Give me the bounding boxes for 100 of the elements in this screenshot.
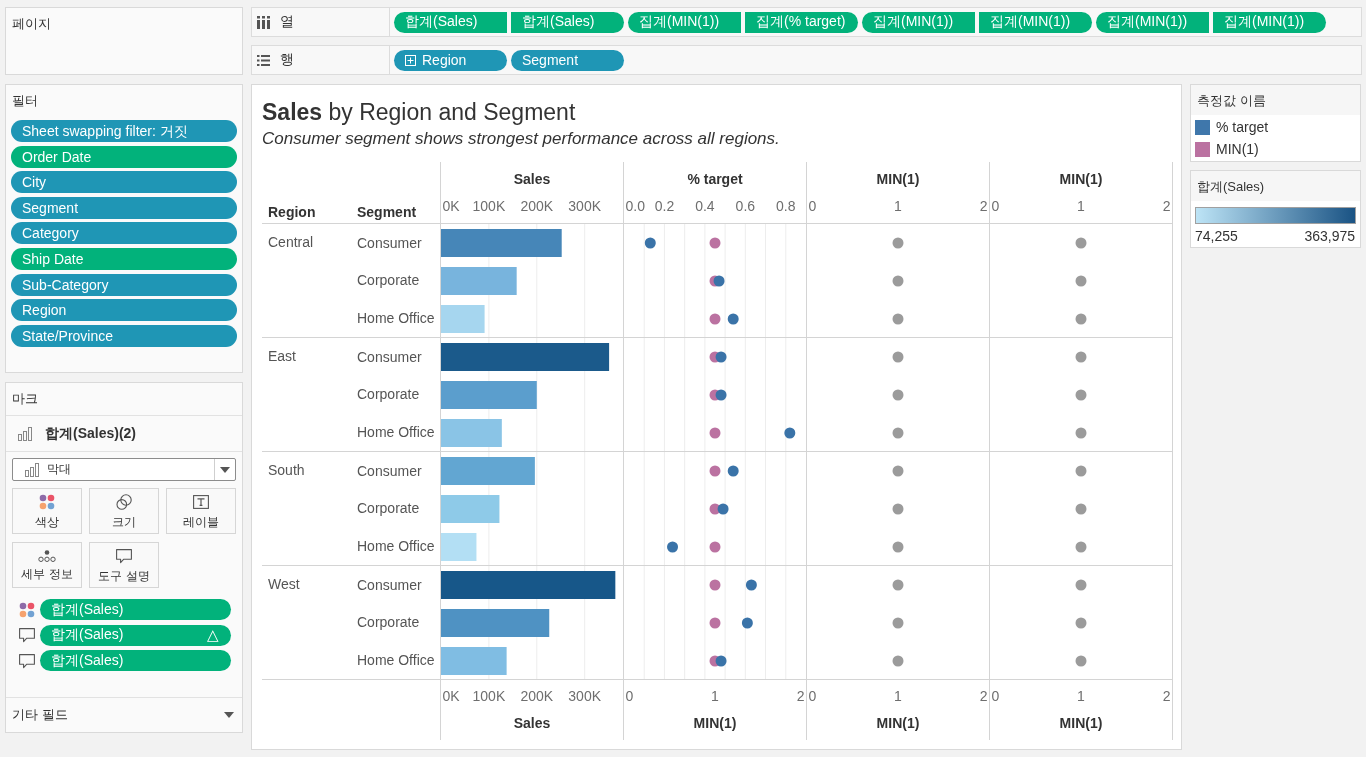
axis-tick-label: 2 [796, 688, 805, 704]
segment-label: Home Office [357, 652, 435, 669]
data-point [745, 579, 757, 591]
data-point [717, 503, 729, 515]
axis-tick-label: 200K [520, 688, 554, 704]
axis-title: MIN(1) [693, 715, 737, 731]
shelf-pill[interactable]: 집계(MIN(1)) [1096, 11, 1209, 33]
bar [441, 305, 485, 333]
field-pill[interactable]: 합계(Sales) △ [40, 624, 231, 646]
chart-subtitle: Consumer segment shows strongest performance across all regions. [262, 128, 780, 150]
axis-tick-label: 0.8 [776, 198, 796, 214]
axis-tick-label: 2 [979, 688, 988, 704]
marks-button[interactable]: 레이블 [166, 488, 236, 534]
data-point [1075, 389, 1087, 401]
data-point [709, 617, 721, 629]
legend-title: 측정값 이름 [1197, 93, 1266, 109]
axis-tick-label: 100K [472, 198, 506, 214]
axis-tick-label: 0K [442, 198, 460, 214]
axis-tick-label: 0.2 [654, 198, 675, 214]
caret-down-icon [220, 466, 230, 473]
field-pill[interactable]: 합계(Sales) [40, 599, 231, 620]
data-point [709, 313, 721, 325]
legend-label: % target [1216, 119, 1269, 135]
data-point [715, 351, 727, 363]
axis-tick-label: 200K [520, 198, 554, 214]
axis-tick-label: 300K [568, 688, 602, 704]
marks-button[interactable]: 크기 [89, 488, 159, 534]
marks-layer-title[interactable]: 합계(Sales)(2) [45, 424, 137, 443]
legend-max-label: 363,975 [1304, 228, 1355, 244]
data-point [892, 389, 904, 401]
bar [441, 495, 500, 523]
shelf-pill[interactable]: 집계(MIN(1)) [1213, 11, 1326, 33]
filter-pill[interactable]: State/Province [11, 324, 237, 347]
data-point [1075, 313, 1087, 325]
filter-pill[interactable]: Ship Date [11, 247, 237, 270]
columns-icon [257, 15, 270, 29]
shelf-pill[interactable]: 집계(MIN(1)) [979, 11, 1092, 33]
filter-pill[interactable]: Sheet swapping filter: 거짓 [11, 120, 237, 142]
shelf-pill[interactable]: 집계(% target) [745, 11, 858, 33]
axis-tick-label: 0K [442, 688, 460, 704]
shelf-pill[interactable]: Segment [511, 49, 624, 71]
filter-pill[interactable]: Order Date [11, 145, 237, 168]
shelf-pill[interactable]: 합계(Sales) [394, 11, 507, 33]
marks-button[interactable]: 도구 설명 [89, 542, 159, 588]
shelf-pill[interactable]: 집계(MIN(1)) [628, 11, 741, 33]
segment-label: Corporate [357, 272, 420, 289]
axis-tick-label: 1 [894, 198, 902, 214]
filter-pill[interactable]: City [11, 171, 237, 194]
segment-label: Home Office [357, 310, 435, 327]
color-dots-icon[interactable] [19, 601, 35, 618]
data-point [713, 275, 725, 287]
data-point [741, 617, 753, 629]
data-point [892, 351, 904, 363]
shelf-pill[interactable]: Region [394, 49, 507, 71]
speech-bubble-icon[interactable] [19, 627, 35, 643]
data-point [892, 655, 904, 667]
data-point [1075, 503, 1087, 515]
data-point [892, 237, 904, 249]
data-point [892, 313, 904, 325]
segment-label: Consumer [357, 234, 422, 251]
region-label: West [268, 576, 300, 592]
filter-pill[interactable]: Region [11, 299, 237, 322]
axis-tick-label: 2 [1162, 198, 1171, 214]
axis-tick-label: 0 [808, 688, 817, 704]
axis-tick-label: 0 [991, 688, 1000, 704]
data-point [1075, 655, 1087, 667]
filter-pill[interactable]: Sub-Category [11, 273, 237, 296]
list-icon [257, 53, 270, 67]
data-point [1075, 237, 1087, 249]
other-fields-toggle[interactable]: 기타 필드 [6, 697, 242, 732]
axis-title: MIN(1) [1059, 171, 1103, 187]
text-box-icon [193, 494, 209, 510]
segment-label: Consumer [357, 462, 422, 479]
bar-chart-icon [25, 462, 39, 477]
axis-tick-label: 0.0 [625, 198, 645, 214]
shelf-pill[interactable]: 집계(MIN(1)) [862, 11, 975, 33]
data-point [727, 313, 739, 325]
data-point [727, 465, 739, 477]
speech-bubble-icon[interactable] [19, 652, 35, 669]
data-point [709, 237, 721, 249]
data-point [1075, 351, 1087, 363]
card-title: 필터 [12, 93, 38, 109]
data-point [892, 465, 904, 477]
data-point [892, 617, 904, 629]
shelf-label: 열 [280, 13, 294, 31]
card-title: 마크 [12, 391, 38, 407]
axis-title: MIN(1) [876, 171, 920, 187]
shelf-pill[interactable]: 합계(Sales) [511, 11, 624, 33]
delta-icon: △ [207, 626, 219, 644]
marks-button[interactable]: 세부 정보 [12, 542, 82, 588]
field-pill[interactable]: 합계(Sales) [40, 650, 231, 671]
data-point [892, 541, 904, 553]
axis-tick-label: 0.6 [735, 198, 756, 214]
plus-box-icon[interactable] [405, 54, 416, 66]
mark-type-dropdown[interactable]: 막대 [12, 458, 236, 481]
filter-pill[interactable]: Segment [11, 196, 237, 219]
filter-pill[interactable]: Category [11, 222, 237, 245]
marks-button[interactable]: 색상 [12, 488, 82, 534]
bar [441, 647, 507, 675]
segment-label: Corporate [357, 386, 420, 403]
